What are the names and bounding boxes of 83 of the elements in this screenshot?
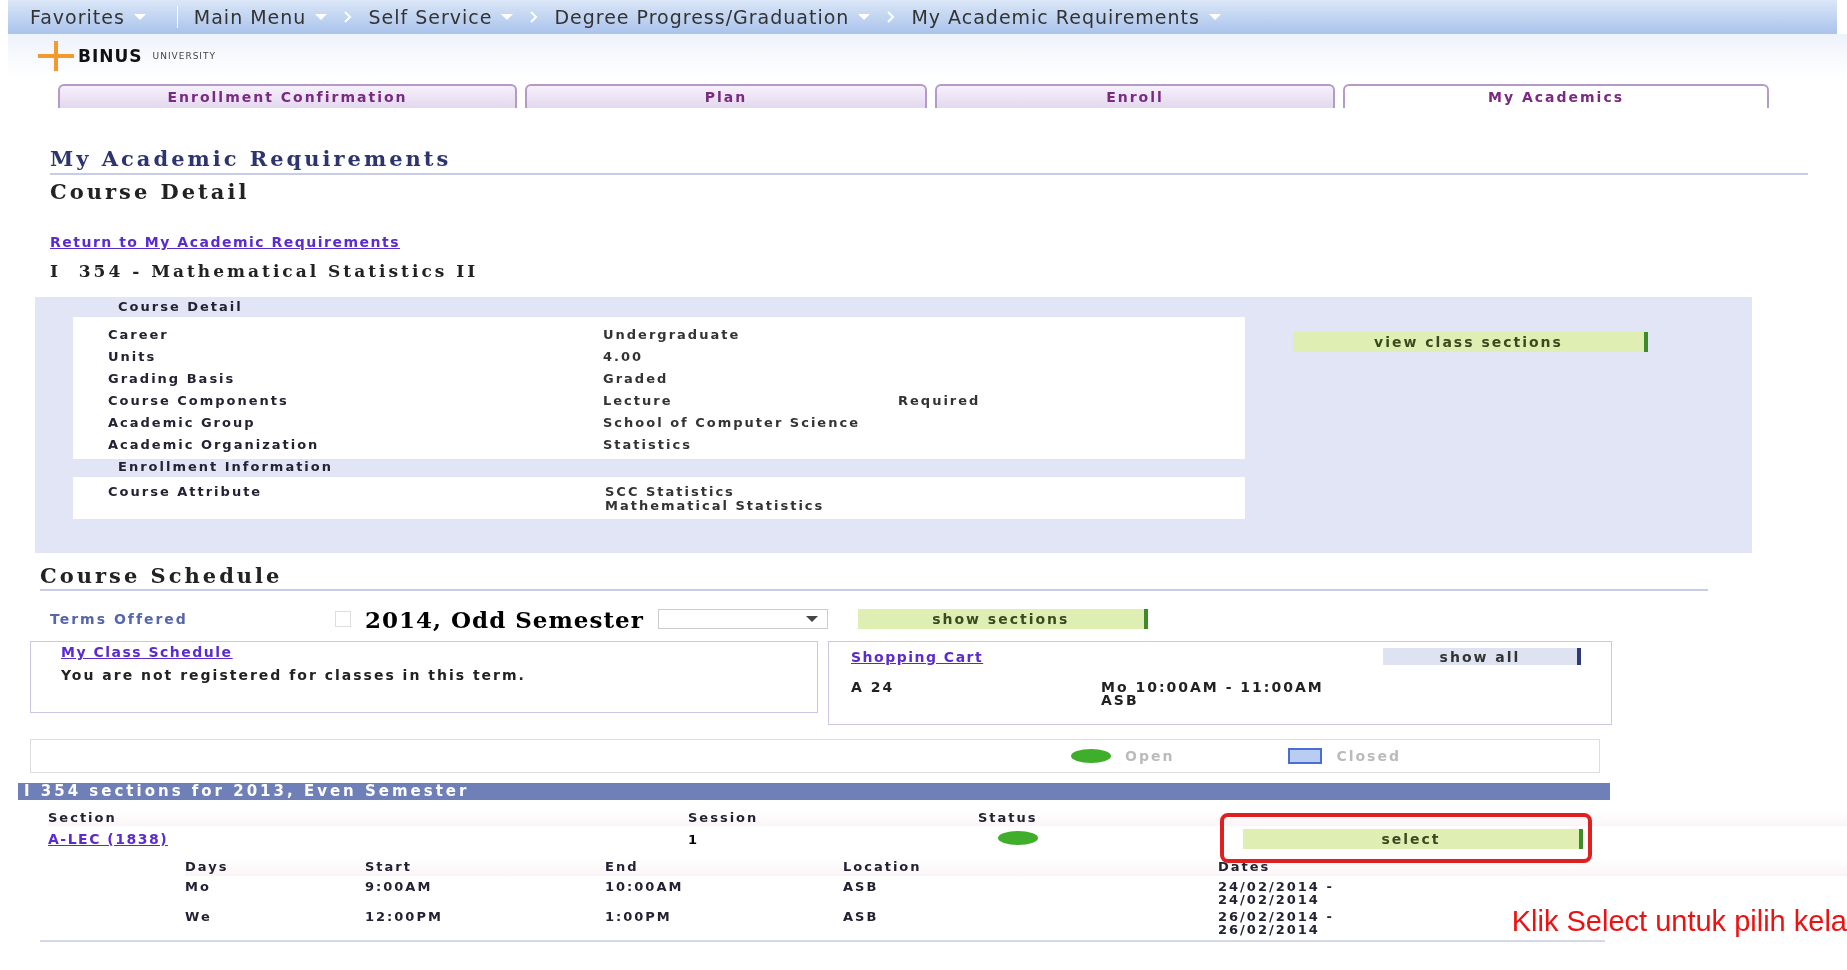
caret-icon — [1207, 13, 1222, 21]
field-value: SCC Statistics — [605, 485, 736, 499]
field-value: Lecture — [603, 392, 674, 408]
table-cell-text: 24/02/2014 - 24/02/2014 — [1218, 880, 1335, 906]
chevron-icon — [887, 11, 896, 23]
schedule-link[interactable]: My Class Schedule — [61, 644, 233, 660]
checkbox[interactable] — [335, 611, 351, 627]
field-label: Units — [108, 348, 158, 364]
cart-location: ASB — [1101, 694, 1140, 707]
table-cell-text: 1:00PM — [605, 910, 673, 923]
breadcrumb-link[interactable]: Degree Progress/Graduation — [554, 6, 850, 28]
chevron-icon — [530, 11, 539, 23]
tab[interactable]: Enrollment Confirmation — [58, 84, 517, 108]
show-all-button[interactable]: show all — [1383, 648, 1581, 665]
open-status-icon — [1071, 749, 1111, 763]
term-dropdown[interactable] — [657, 609, 828, 629]
field-label: Grading Basis — [108, 370, 237, 386]
field-label: Terms Offered — [50, 611, 189, 627]
cart-section: A 24 — [851, 681, 1101, 707]
column-header: Session — [688, 810, 760, 826]
section-heading: Enrollment Information — [117, 459, 334, 476]
section-heading: Course Detail — [117, 299, 244, 316]
tab[interactable]: Enroll — [935, 84, 1335, 108]
field-label: Course Components — [108, 392, 290, 408]
tab[interactable]: My Academics — [1343, 84, 1769, 108]
field-value: Statistics — [603, 436, 693, 452]
table-cell-text: 12:00PM — [365, 910, 444, 923]
field-label: Career — [108, 326, 170, 342]
cart-time: Mo 10:00AM - 11:00AM — [1101, 681, 1325, 694]
chevron-icon — [344, 11, 353, 23]
caret-icon — [500, 13, 515, 21]
column-header: Days — [185, 860, 230, 873]
breadcrumb-link[interactable]: Main Menu — [193, 6, 307, 28]
sections-title-bar: I 354 sections for 2013, Even Semester — [18, 783, 1610, 800]
logo-text: BINUS — [78, 46, 143, 66]
show-sections-button[interactable]: show sections — [857, 609, 1148, 629]
table-cell-text: We — [185, 910, 213, 923]
caret-icon — [857, 13, 872, 21]
view-sections-button[interactable]: view class sections — [1293, 332, 1648, 352]
closed-status-icon — [1288, 748, 1323, 764]
field-value: 4.00 — [603, 348, 645, 364]
table-cell-text: 10:00AM — [605, 880, 685, 893]
column-header: Start — [365, 860, 413, 873]
term-value: 2014, Odd Semester — [365, 605, 644, 633]
table-cell-text: 9:00AM — [365, 880, 434, 893]
table-cell-text: 26/02/2014 - 26/02/2014 — [1218, 910, 1335, 936]
table-cell-text: ASB — [843, 880, 880, 893]
breadcrumb-link[interactable]: My Academic Requirements — [911, 6, 1200, 28]
table-cell-text: Mo — [185, 880, 212, 893]
breadcrumb-link[interactable]: Self Service — [368, 6, 493, 28]
table-cell-text: ASB — [843, 910, 880, 923]
field-value: Undergraduate — [603, 326, 742, 342]
field-label: Academic Group — [108, 414, 257, 430]
column-header: Location — [843, 860, 923, 873]
breadcrumb-link[interactable]: Favorites — [30, 6, 125, 28]
select-button[interactable]: select — [1243, 829, 1583, 849]
legend-label: Closed — [1336, 748, 1401, 764]
legend-label: Open — [1125, 748, 1175, 764]
section-heading: Course Schedule — [40, 563, 1708, 591]
page-subtitle: Course Detail — [50, 179, 251, 204]
column-header: End — [605, 860, 640, 873]
course-title: I 354 - Mathematical Statistics II — [50, 261, 480, 281]
page-title: My Academic Requirements — [50, 146, 1808, 175]
field-label: Course Attribute — [108, 485, 264, 501]
tab[interactable]: Plan — [525, 84, 927, 108]
column-header: Status — [978, 810, 1039, 826]
field-label: Academic Organization — [108, 436, 321, 452]
field-value: Graded — [603, 370, 670, 386]
column-header: Dates — [1218, 860, 1272, 873]
caret-icon — [804, 615, 819, 623]
caret-icon — [132, 13, 147, 21]
section-link[interactable]: A-LEC (1838) — [48, 831, 688, 847]
logo-subtext: UNIVERSITY — [152, 51, 216, 61]
message-text: You are not registered for classes in this term. — [61, 669, 527, 682]
field-value: Required — [898, 392, 982, 408]
cart-link[interactable]: Shopping Cart — [851, 648, 984, 665]
column-header: Section — [48, 810, 118, 826]
annotation-text: Klik Select untuk pilih kela — [1511, 905, 1847, 938]
caret-icon — [314, 13, 329, 21]
return-link[interactable]: Return to My Academic Requirements — [50, 234, 400, 250]
session-value: 1 — [688, 831, 701, 847]
field-value: Mathematical Statistics — [605, 499, 826, 513]
field-value: School of Computer Science — [603, 414, 861, 430]
